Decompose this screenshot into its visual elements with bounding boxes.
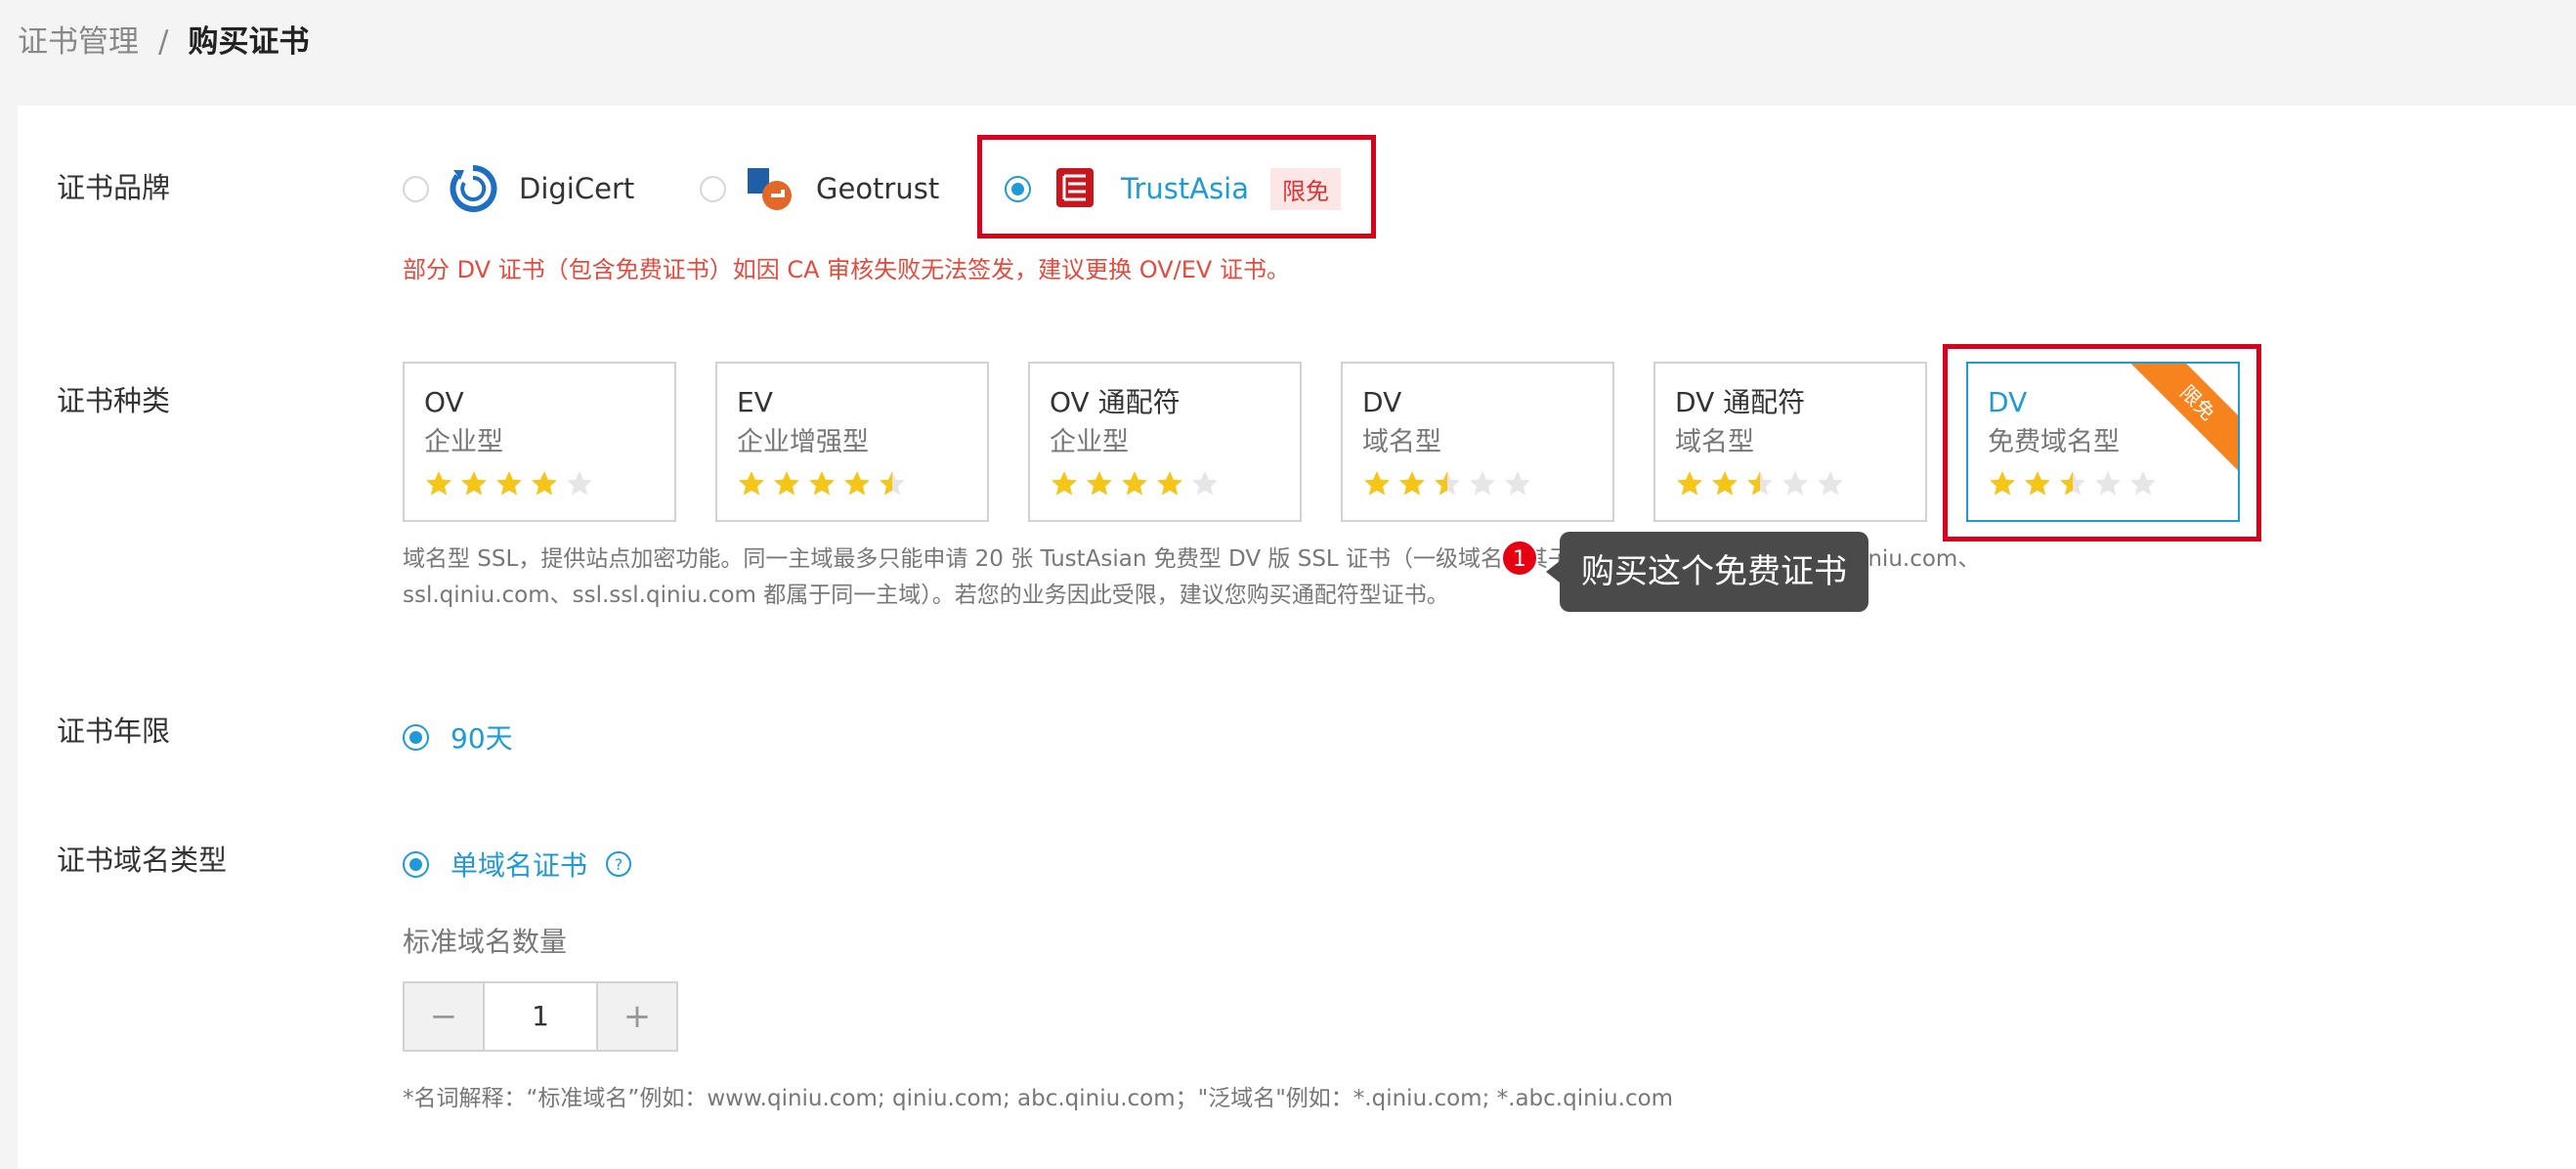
- brand-radio-digicert[interactable]: [403, 175, 429, 202]
- brand-label: 证书品牌: [57, 171, 171, 204]
- cert-type-title: DV 通配符: [1675, 386, 1806, 418]
- cert-type-title: DV: [1362, 386, 1402, 418]
- star-icon-full: [739, 471, 764, 496]
- star-icon-full: [1122, 471, 1147, 496]
- cert-type-card-ov[interactable]: OV 企业型: [403, 362, 676, 522]
- brand-warning-text: 部分 DV 证书（包含免费证书）如因 CA 审核失败无法签发，建议更换 OV/E…: [403, 256, 1290, 283]
- cert-type-subtitle: 域名型: [1362, 427, 1441, 457]
- brand-name-geotrust: Geotrust: [816, 172, 940, 205]
- type-description-line: ssl.qiniu.com、ssl.ssl.qiniu.com 都属于同一主域）…: [403, 583, 1449, 608]
- star-icon-full: [461, 471, 487, 496]
- star-icon-half: [880, 471, 905, 496]
- star-icon-full: [1677, 471, 1702, 496]
- star-icon-empty: [1192, 471, 1218, 496]
- domain-option-label: 单域名证书: [451, 849, 588, 882]
- rating-stars: [737, 469, 967, 498]
- rating-stars: [1050, 469, 1280, 498]
- term-option-90d[interactable]: 90天: [403, 717, 513, 757]
- brand-option-digicert[interactable]: DigiCert: [403, 154, 634, 223]
- cert-type-subtitle: 企业增强型: [737, 427, 869, 457]
- type-highlight-box: [1943, 344, 2261, 541]
- term-label: 证书年限: [57, 714, 171, 748]
- domain-radio[interactable]: [403, 850, 429, 878]
- cert-type-subtitle: 企业型: [424, 427, 503, 457]
- star-icon-full: [1157, 471, 1182, 496]
- domain-type-label: 证书域名类型: [57, 844, 228, 877]
- star-icon-empty: [1470, 471, 1495, 496]
- domain-count-stepper: − 1 +: [403, 981, 678, 1052]
- term-radio[interactable]: [403, 723, 429, 751]
- star-icon-empty: [1505, 471, 1530, 496]
- instruction-tooltip: 购买这个免费证书: [1560, 532, 1868, 612]
- brand-name-digicert: DigiCert: [519, 172, 635, 205]
- star-icon-empty: [1818, 471, 1843, 496]
- breadcrumb-separator: /: [158, 24, 169, 60]
- star-icon-half: [1435, 471, 1460, 496]
- help-icon[interactable]: ?: [605, 850, 632, 878]
- star-icon-full: [1712, 471, 1738, 496]
- brand-radio-geotrust[interactable]: [700, 175, 726, 202]
- star-icon-empty: [1782, 471, 1808, 496]
- brand-option-geotrust[interactable]: Geotrust: [700, 154, 939, 223]
- cert-type-title: EV: [737, 386, 773, 418]
- svg-text:?: ?: [615, 855, 623, 874]
- digicert-logo-icon: [450, 164, 497, 212]
- breadcrumb: 证书管理 / 购买证书: [18, 18, 309, 66]
- domain-count-input[interactable]: 1: [483, 983, 598, 1050]
- star-icon-full: [426, 471, 451, 496]
- cert-type-subtitle: 域名型: [1675, 427, 1754, 457]
- domain-count-label: 标准域名数量: [403, 926, 568, 958]
- rating-stars: [424, 469, 655, 498]
- purchase-form-panel: 证书品牌 DigiCert Geotrust TrustAsia 限免 部分 D…: [18, 106, 2576, 1169]
- rating-stars: [1362, 469, 1593, 498]
- step-badge: 1: [1501, 540, 1538, 577]
- term-option-label: 90天: [451, 722, 513, 755]
- breadcrumb-parent[interactable]: 证书管理: [18, 24, 139, 60]
- cert-type-subtitle: 企业型: [1050, 427, 1129, 457]
- type-label: 证书种类: [57, 384, 171, 417]
- star-icon-full: [1364, 471, 1390, 496]
- star-icon-half: [1747, 471, 1773, 496]
- star-icon-full: [844, 471, 870, 496]
- domain-term-note: *名词解释：“标准域名”例如：www.qiniu.com; qiniu.com;…: [403, 1086, 1674, 1111]
- star-icon-full: [1052, 471, 1077, 496]
- domain-option-single[interactable]: 单域名证书 ?: [403, 844, 632, 884]
- cert-type-card-ev[interactable]: EV 企业增强型: [715, 362, 989, 522]
- tooltip-arrow: [1546, 561, 1560, 583]
- cert-type-card-dv-wildcard[interactable]: DV 通配符 域名型: [1653, 362, 1927, 522]
- star-icon-full: [496, 471, 522, 496]
- cert-type-card-dv[interactable]: DV 域名型: [1341, 362, 1614, 522]
- star-icon-full: [1087, 471, 1112, 496]
- star-icon-full: [532, 471, 557, 496]
- rating-stars: [1675, 469, 1906, 498]
- star-icon-full: [774, 471, 799, 496]
- star-icon-empty: [567, 471, 592, 496]
- breadcrumb-current: 购买证书: [188, 24, 310, 60]
- cert-type-card-ov-wildcard[interactable]: OV 通配符 企业型: [1028, 362, 1302, 522]
- decrement-button[interactable]: −: [405, 983, 483, 1050]
- brand-highlight-box: [977, 135, 1376, 238]
- star-icon-full: [1399, 471, 1425, 496]
- star-icon-full: [809, 471, 835, 496]
- type-description-line: 域名型 SSL，提供站点加密功能。同一主域最多只能申请 20 张 TustAsi…: [403, 546, 1981, 572]
- increment-button[interactable]: +: [598, 983, 676, 1050]
- cert-type-title: OV: [424, 386, 464, 418]
- cert-type-title: OV 通配符: [1050, 386, 1181, 418]
- geotrust-logo-icon: [748, 168, 792, 210]
- type-description: 域名型 SSL，提供站点加密功能。同一主域最多只能申请 20 张 TustAsi…: [403, 541, 2162, 614]
